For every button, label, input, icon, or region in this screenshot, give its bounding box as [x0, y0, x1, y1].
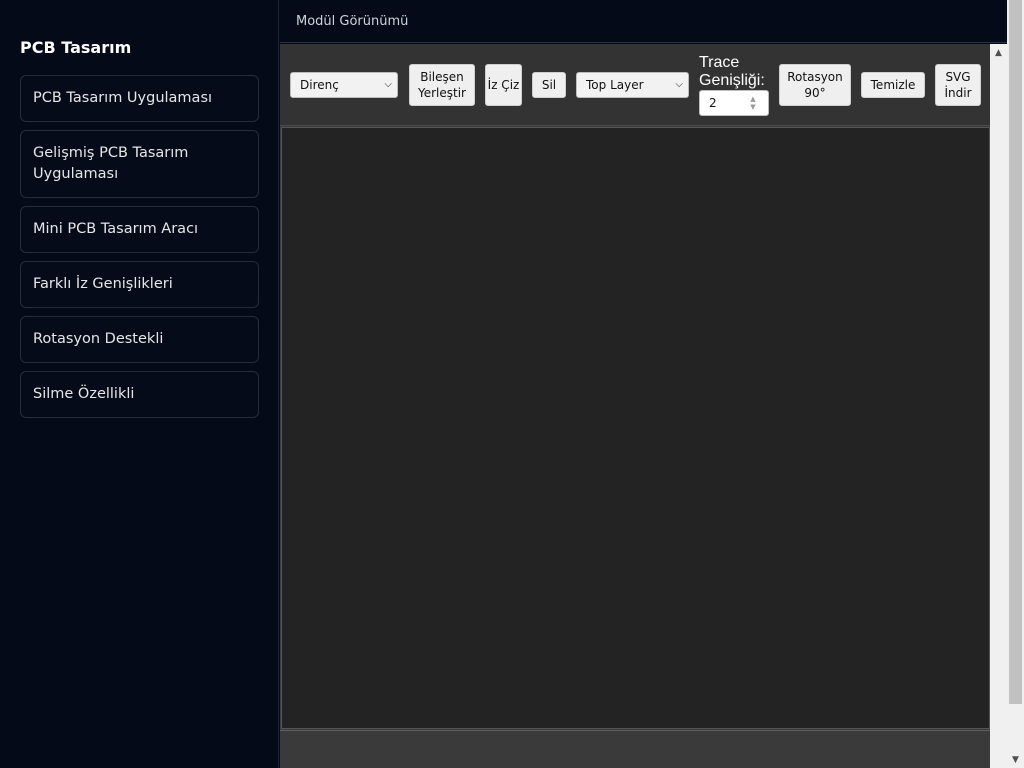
draw-trace-button[interactable]: İz Çiz: [485, 64, 522, 106]
sidebar-item-advanced-pcb-design-app[interactable]: Gelişmiş PCB Tasarım Uygulaması: [20, 130, 259, 198]
clear-button[interactable]: Temizle: [861, 72, 925, 98]
frame-scrollbar[interactable]: ▲: [990, 44, 1007, 768]
sidebar-item-pcb-design-app[interactable]: PCB Tasarım Uygulaması: [20, 75, 259, 122]
chevron-down-icon: ⌵: [384, 79, 392, 90]
layer-select[interactable]: Top Layer ⌵: [576, 72, 689, 98]
sidebar: PCB Tasarım PCB Tasarım Uygulaması Geliş…: [0, 0, 279, 768]
sidebar-item-mini-pcb-design-tool[interactable]: Mini PCB Tasarım Aracı: [20, 206, 259, 253]
component-select-value: Direnç: [300, 78, 339, 92]
sidebar-item-trace-widths[interactable]: Farklı İz Genişlikleri: [20, 261, 259, 308]
sidebar-item-rotation-support[interactable]: Rotasyon Destekli: [20, 316, 259, 363]
trace-width-value: 2: [709, 96, 717, 110]
place-component-button[interactable]: Bileşen Yerleştir: [409, 64, 475, 106]
number-spinner[interactable]: ▲ ▼: [746, 95, 760, 111]
layer-select-value: Top Layer: [586, 78, 644, 92]
delete-button[interactable]: Sil: [532, 72, 566, 98]
page-scrollbar[interactable]: ▼: [1007, 0, 1024, 768]
scroll-up-arrow-icon[interactable]: ▲: [990, 44, 1007, 61]
trace-width-input[interactable]: 2 ▲ ▼: [699, 90, 769, 116]
chevron-down-icon: ⌵: [675, 79, 683, 90]
scroll-down-arrow-icon[interactable]: ▼: [1007, 751, 1024, 768]
pcb-canvas[interactable]: [281, 127, 990, 729]
chevron-up-icon[interactable]: ▲: [750, 95, 755, 103]
page-scrollbar-thumb[interactable]: [1009, 0, 1022, 704]
module-header: Modül Görünümü: [280, 0, 1007, 43]
rotate-90-button[interactable]: Rotasyon 90°: [779, 64, 851, 106]
frame-bottom-area: [280, 730, 990, 768]
sidebar-title: PCB Tasarım: [20, 38, 132, 57]
module-frame: Direnç ⌵ Bileşen Yerleştir İz Çiz Sil To…: [280, 44, 990, 768]
component-select[interactable]: Direnç ⌵: [290, 72, 398, 98]
chevron-down-icon[interactable]: ▼: [750, 103, 755, 111]
pcb-toolbar: Direnç ⌵ Bileşen Yerleştir İz Çiz Sil To…: [280, 44, 990, 126]
module-view-title: Modül Görünümü: [296, 14, 409, 29]
svg-download-button[interactable]: SVG İndir: [935, 64, 981, 106]
sidebar-item-delete-feature[interactable]: Silme Özellikli: [20, 371, 259, 418]
trace-width-label: Trace Genişliği:: [699, 54, 765, 89]
main-area: Modül Görünümü Direnç ⌵ Bileşen Yerleşti…: [280, 0, 1007, 768]
